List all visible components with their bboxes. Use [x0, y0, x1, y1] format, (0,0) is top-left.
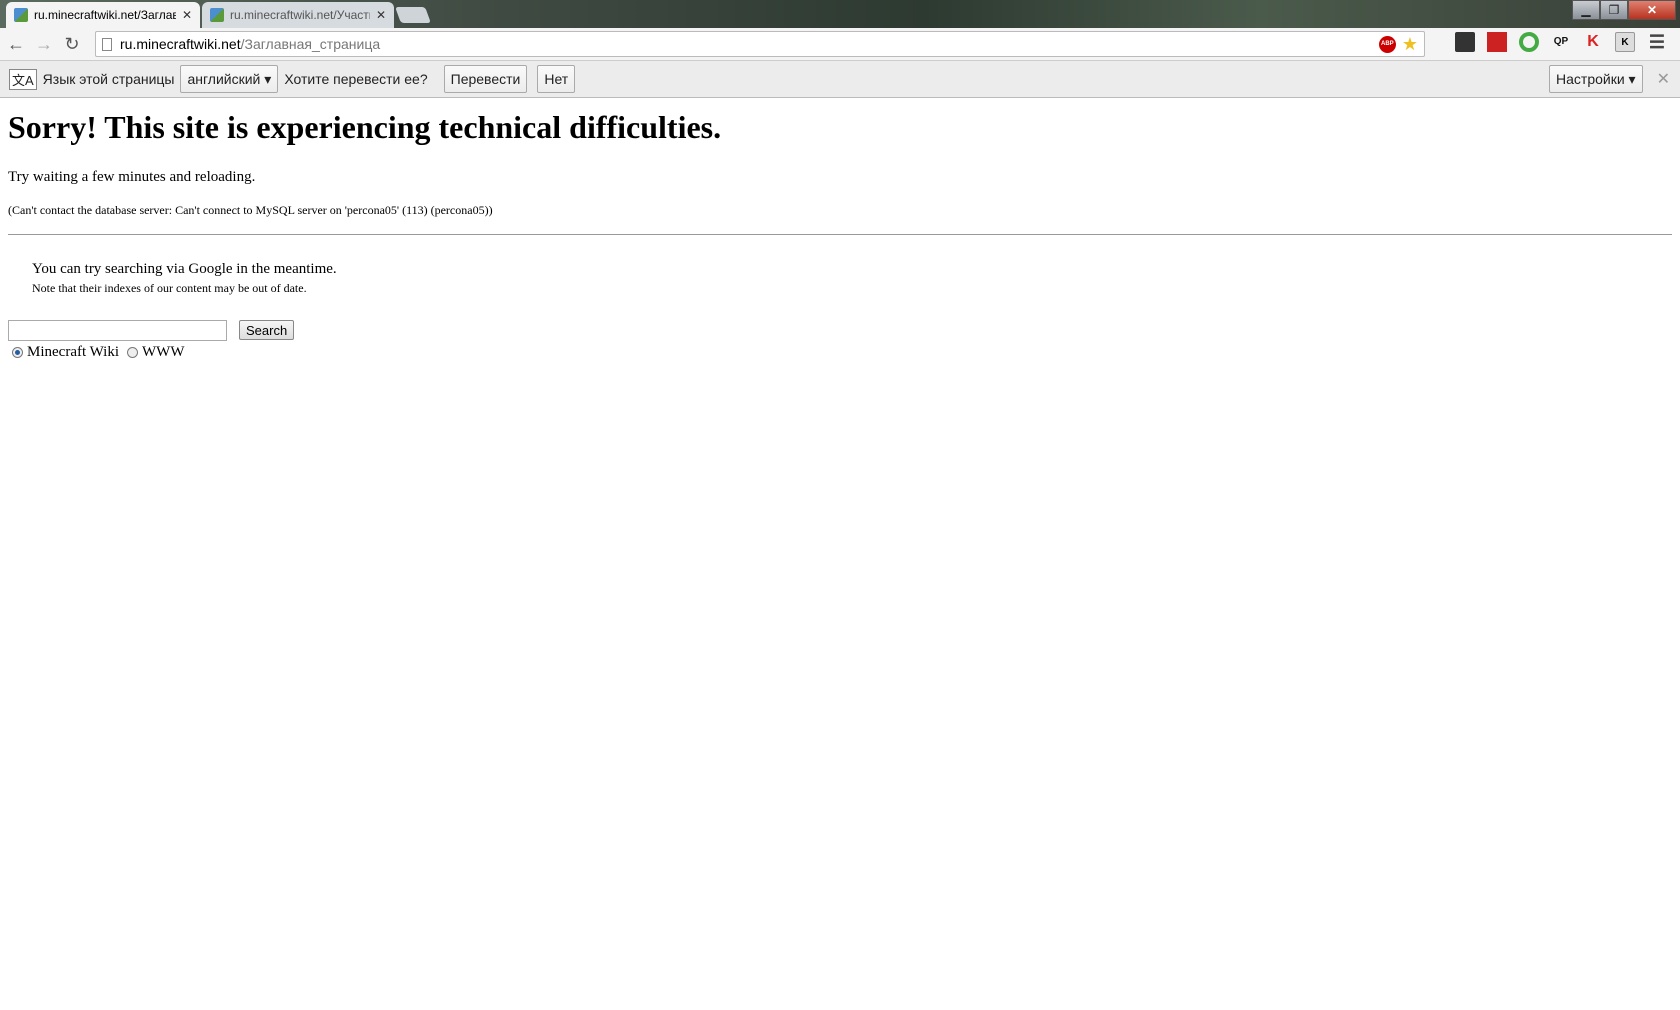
refresh-extension-icon[interactable]	[1519, 32, 1539, 52]
language-value: английский	[187, 71, 261, 87]
radio-label: WWW	[142, 344, 185, 360]
address-bar[interactable]: ru.minecraftwiki.net/Заглавная_страница …	[95, 31, 1425, 57]
tab-main-page[interactable]: ru.minecraftwiki.net/Заглавная_страница …	[6, 2, 200, 28]
tab-title: ru.minecraftwiki.net/Участник	[230, 8, 370, 22]
k-icon[interactable]: K	[1615, 32, 1635, 52]
extension-thumbnail-icon[interactable]	[1455, 32, 1475, 52]
index-note: Note that their indexes of our content m…	[32, 281, 307, 295]
translate-question: Хотите перевести ее?	[284, 71, 428, 87]
qp-icon[interactable]: QP	[1551, 32, 1571, 52]
radio-www[interactable]	[127, 347, 139, 358]
minimize-icon[interactable]: ▁	[1572, 0, 1600, 20]
back-icon[interactable]: ←	[2, 34, 30, 55]
forward-icon[interactable]: →	[30, 34, 58, 55]
close-tab-icon[interactable]: ✕	[182, 8, 192, 22]
favicon-icon	[14, 8, 28, 22]
reload-icon[interactable]: ↻	[58, 34, 86, 55]
language-select[interactable]: английский ▾	[180, 65, 279, 93]
url-path: /Заглавная_страница	[240, 36, 381, 52]
error-page: Sorry! This site is experiencing technic…	[8, 98, 1672, 361]
google-search-hint: You can try searching via Google in the …	[32, 261, 337, 277]
divider	[8, 234, 1672, 235]
radio-minecraft-wiki[interactable]	[12, 347, 23, 358]
tab-strip: ru.minecraftwiki.net/Заглавная_страница …	[0, 0, 1680, 28]
close-tab-icon[interactable]: ✕	[376, 8, 386, 22]
close-translate-bar-icon[interactable]: ✕	[1657, 69, 1670, 89]
retry-message: Try waiting a few minutes and reloading.	[8, 169, 256, 185]
restore-icon[interactable]: ❐	[1600, 0, 1628, 20]
translate-icon: 文A	[9, 68, 37, 90]
new-tab-button[interactable]	[395, 7, 431, 23]
settings-label: Настройки	[1556, 71, 1625, 87]
url-host: ru.minecraftwiki.net	[120, 36, 241, 52]
pdf-icon[interactable]	[1487, 32, 1507, 52]
browser-toolbar: ← → ↻ ru.minecraftwiki.net/Заглавная_стр…	[0, 28, 1680, 60]
tab-user-page[interactable]: ru.minecraftwiki.net/Участник ✕	[202, 2, 394, 28]
search-form: Search Minecraft Wiki WWW	[8, 320, 1672, 361]
page-icon	[102, 37, 112, 51]
tab-title: ru.minecraftwiki.net/Заглавная_страница	[34, 8, 176, 22]
window-close-icon[interactable]: ✕	[1628, 0, 1676, 20]
error-details: (Can't contact the database server: Can'…	[8, 203, 493, 217]
page-language-label: Язык этой страницы	[42, 71, 175, 87]
search-button[interactable]: Search	[239, 320, 295, 340]
radio-label: Minecraft Wiki	[27, 344, 120, 360]
favicon-icon	[210, 8, 224, 22]
settings-button[interactable]: Настройки ▾	[1549, 65, 1643, 93]
page-title: Sorry! This site is experiencing technic…	[8, 109, 722, 145]
adblock-plus-icon[interactable]: ABP	[1378, 35, 1396, 53]
bookmark-star-icon[interactable]: ★	[1402, 35, 1418, 53]
menu-icon[interactable]: ☰	[1647, 32, 1667, 52]
translate-bar: 文A Язык этой страницы английский ▾ Хотит…	[0, 60, 1680, 98]
search-input[interactable]	[8, 320, 227, 341]
kaspersky-icon[interactable]: K	[1583, 32, 1603, 52]
translate-button[interactable]: Перевести	[443, 65, 528, 93]
no-button[interactable]: Нет	[537, 65, 576, 93]
